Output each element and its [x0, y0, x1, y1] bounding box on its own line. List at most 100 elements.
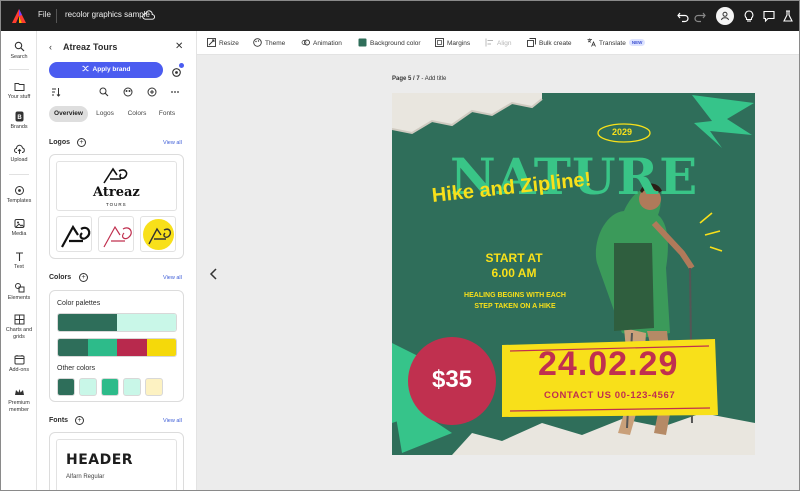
redo-icon[interactable] — [693, 9, 707, 23]
close-panel-button[interactable]: ✕ — [175, 41, 183, 52]
poster-date: 24.02.29 — [538, 345, 679, 383]
fonts-section-title: Fonts — [49, 417, 69, 424]
rail-item-premium[interactable]: Premium member — [1, 387, 37, 413]
comment-icon[interactable] — [762, 9, 776, 23]
tab-fonts[interactable]: Fonts — [156, 106, 178, 122]
editor-toolbar: Resize Theme Animation Background color … — [197, 31, 799, 55]
palette-swatch — [146, 339, 176, 356]
lightbulb-icon[interactable] — [742, 9, 756, 23]
rail-item-search[interactable]: Search — [1, 41, 37, 61]
rail-label: Your stuff — [7, 94, 31, 100]
animation-icon — [301, 39, 310, 46]
colors-view-all-link[interactable]: View all — [163, 275, 182, 281]
rail-item-your-stuff[interactable]: Your stuff — [1, 81, 37, 101]
other-color-swatch[interactable] — [57, 378, 75, 396]
file-menu[interactable]: File — [38, 10, 51, 19]
background-color-label: Background color — [370, 40, 421, 47]
align-button[interactable]: Align — [485, 38, 511, 47]
back-button[interactable]: ‹ — [49, 42, 52, 52]
bulk-create-button[interactable]: Bulk create — [527, 38, 572, 47]
palette-swatch — [117, 314, 176, 331]
atreaz-mark-icon — [103, 167, 128, 184]
poster-page[interactable]: 2029 NATURE Hike and Zipline! START AT 6… — [392, 93, 755, 455]
margins-icon — [435, 38, 444, 47]
logo-variant-outline[interactable] — [98, 216, 134, 252]
rail-item-text[interactable]: Text — [1, 251, 37, 271]
poster-contact: CONTACT US 00-123-4567 — [544, 390, 676, 401]
color-palette-2[interactable] — [57, 338, 177, 357]
top-bar: File recolor graphics sample — [1, 1, 799, 31]
add-font-button[interactable]: + — [75, 416, 84, 425]
user-avatar[interactable] — [716, 7, 734, 25]
brand-panel: ‹ Atreaz Tours ✕ Apply brand Overview Lo… — [37, 31, 197, 490]
page-info[interactable]: Page 5 / 7 - Add title — [392, 76, 446, 82]
cloud-sync-icon[interactable] — [142, 10, 155, 21]
sort-icon[interactable] — [51, 87, 61, 97]
left-rail: Search Your stuff B Brands Upload Templa… — [1, 31, 37, 490]
brand-settings-button[interactable] — [171, 63, 184, 77]
add-title-link[interactable]: - Add title — [420, 76, 446, 82]
other-color-swatch[interactable] — [145, 378, 163, 396]
other-color-swatch[interactable] — [123, 378, 141, 396]
logo-variant-yellow[interactable] — [140, 216, 176, 252]
panel-title: Atreaz Tours — [63, 42, 118, 52]
search-icon — [14, 41, 24, 52]
lightning-shape — [692, 95, 754, 148]
app-window: File recolor graphics sample Search Your… — [0, 0, 800, 491]
media-icon — [14, 219, 24, 228]
document-title[interactable]: recolor graphics sample — [65, 10, 150, 19]
adobe-express-logo-icon[interactable] — [11, 8, 27, 24]
rail-label: Premium member — [8, 400, 30, 413]
previous-page-button[interactable] — [207, 267, 221, 281]
logo-brand-name: Atreaz — [93, 185, 140, 200]
flask-icon[interactable] — [781, 9, 795, 23]
rail-item-addons[interactable]: Add-ons — [1, 354, 37, 374]
colors-section-title: Colors — [49, 274, 72, 281]
rail-divider — [9, 174, 29, 175]
bulk-create-label: Bulk create — [539, 40, 572, 47]
margins-button[interactable]: Margins — [435, 38, 470, 47]
more-icon[interactable] — [170, 87, 180, 97]
rail-item-upload[interactable]: Upload — [1, 144, 37, 164]
animation-button[interactable]: Animation — [301, 38, 342, 47]
tab-logos[interactable]: Logos — [93, 106, 117, 122]
palette-icon — [253, 38, 262, 47]
tab-colors[interactable]: Colors — [124, 106, 150, 122]
rail-item-media[interactable]: Media — [1, 218, 37, 238]
torn-paper-bottom — [452, 413, 755, 455]
rail-label: Text — [14, 264, 24, 270]
palette-swatch — [87, 339, 117, 356]
fonts-card: HEADER Alfarn Regular — [49, 432, 184, 490]
rail-item-elements[interactable]: Elements — [1, 282, 37, 302]
add-icon[interactable] — [147, 87, 157, 97]
other-color-swatch[interactable] — [79, 378, 97, 396]
rail-item-brands[interactable]: B Brands — [1, 111, 37, 131]
search-icon[interactable] — [99, 87, 109, 97]
other-color-swatch[interactable] — [101, 378, 119, 396]
animation-label: Animation — [313, 40, 342, 47]
share-brand-icon[interactable] — [123, 87, 133, 97]
add-logo-button[interactable]: + — [77, 138, 86, 147]
font-sample-box[interactable]: HEADER Alfarn Regular — [56, 439, 177, 490]
primary-logo[interactable]: Atreaz TOURS — [56, 161, 177, 211]
elements-icon — [14, 283, 24, 293]
resize-button[interactable]: Resize — [207, 38, 239, 47]
translate-button[interactable]: Translate NEW — [587, 38, 646, 47]
logo-variant-black[interactable] — [56, 216, 92, 252]
apply-brand-button[interactable]: Apply brand — [49, 62, 163, 78]
rail-item-charts[interactable]: Charts and grids — [1, 314, 37, 340]
logos-view-all-link[interactable]: View all — [163, 140, 182, 146]
theme-button[interactable]: Theme — [253, 38, 285, 47]
poster-tagline-line2: STEP TAKEN ON A HIKE — [474, 303, 556, 310]
top-divider — [56, 9, 57, 23]
color-palette-1[interactable] — [57, 313, 177, 332]
palette-swatch — [58, 314, 117, 331]
tab-overview[interactable]: Overview — [49, 106, 88, 122]
fonts-view-all-link[interactable]: View all — [163, 418, 182, 424]
rail-divider — [9, 69, 29, 70]
rail-item-templates[interactable]: Templates — [1, 185, 37, 205]
templates-icon — [14, 186, 24, 195]
undo-icon[interactable] — [676, 9, 690, 23]
background-color-button[interactable]: Background color — [358, 38, 421, 47]
add-color-button[interactable]: + — [79, 273, 88, 282]
